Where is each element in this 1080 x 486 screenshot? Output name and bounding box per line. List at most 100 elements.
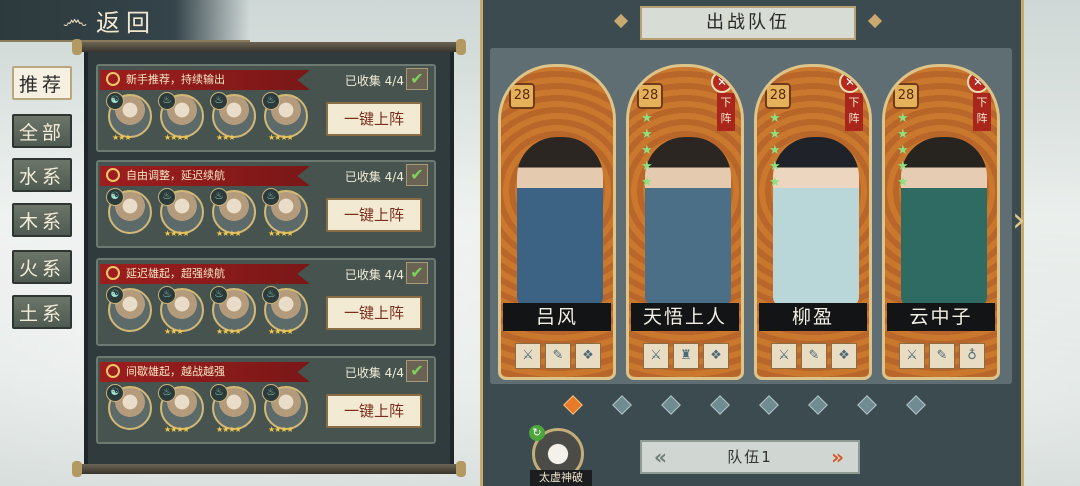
page-dot[interactable] [857, 395, 877, 415]
one-click-deploy-button[interactable]: 一键上阵 [326, 102, 422, 136]
hero-name: 柳盈 [759, 303, 867, 331]
hero-avatar[interactable]: ♨ ★★★★ [158, 384, 204, 434]
hero-card[interactable]: 28 ★ ★ ★ ★ ★ ✕ 下阵 天悟上人 ⚔ ♜ ❖ [626, 64, 744, 380]
hero-avatar[interactable]: ♨ ★★★★ [210, 188, 256, 238]
team-title-ribbon: 间歇雄起，越战越强 [100, 362, 310, 382]
hero-avatar[interactable]: ♨ ★★★★ [262, 286, 308, 336]
hero-avatar[interactable]: ♨ ★★★★ [262, 188, 308, 238]
flame-icon: ♨ [262, 188, 280, 206]
star-rating: ★★★★ [164, 425, 190, 434]
flame-icon: ♨ [158, 92, 176, 110]
one-click-deploy-button[interactable]: 一键上阵 [326, 198, 422, 232]
page-dot[interactable] [759, 395, 779, 415]
scroll-icon[interactable]: ✎ [545, 343, 571, 369]
star-rating: ★★★★ [268, 327, 294, 336]
team-title-ribbon: 新手推荐，持续输出 [100, 70, 310, 90]
weapon-icon[interactable]: ⚔ [899, 343, 925, 369]
collected-status: 已收集 4/4 [344, 268, 404, 282]
team-title: 自由调整，延迟续航 [126, 169, 225, 182]
hero-card[interactable]: 28 ★ ★ ★ ★ ★ ✕ 下阵 柳盈 ⚔ ✎ ❖ [754, 64, 872, 380]
page-dot[interactable] [563, 395, 583, 415]
hero-avatar[interactable]: ♨ ★★★★ [210, 286, 256, 336]
magnifier-icon[interactable] [106, 168, 120, 182]
star-rating: ★★★★ [164, 229, 190, 238]
hero-avatar[interactable]: ♨ ★★★★ [262, 92, 308, 142]
page-indicator [563, 395, 926, 415]
star-rating: ★★★★ [216, 229, 242, 238]
page-dot[interactable] [661, 395, 681, 415]
scroll-icon[interactable]: ✎ [801, 343, 827, 369]
team-selector[interactable]: « 队伍1 » [640, 440, 860, 474]
refresh-icon[interactable]: ↻ [529, 425, 545, 441]
remove-from-team-button[interactable]: 下阵 [973, 93, 991, 131]
hero-avatar[interactable]: ♨ ★★★★ [262, 384, 308, 434]
hero-card[interactable]: 28 ★ ★ ★ ★ ★ ✕ 下阵 云中子 ⚔ ✎ ♁ [882, 64, 1000, 380]
tab-fire[interactable]: 火系 [12, 250, 72, 284]
page-dot[interactable] [906, 395, 926, 415]
hero-avatar[interactable]: ♨ ★★★ [210, 92, 256, 142]
page-dot[interactable] [612, 395, 632, 415]
tab-earth[interactable]: 土系 [12, 295, 72, 329]
page-dot[interactable] [808, 395, 828, 415]
one-click-deploy-button[interactable]: 一键上阵 [326, 394, 422, 428]
remove-from-team-button[interactable]: 下阵 [845, 93, 863, 131]
hero-avatar[interactable]: ☯ [106, 286, 152, 332]
weapon-icon[interactable]: ⚔ [515, 343, 541, 369]
team-avatars: ☯ ♨ ★★★ ♨ ★★★★ ♨ ★★★★ [106, 286, 308, 340]
hero-avatar[interactable]: ☯ [106, 188, 152, 234]
checkmark-icon: ✔ [406, 68, 428, 90]
flame-icon: ♨ [210, 286, 228, 304]
star-column: ★ ★ ★ ★ ★ [897, 111, 909, 190]
remove-from-team-button[interactable]: 下阵 [717, 93, 735, 131]
hero-portrait [517, 137, 603, 307]
flame-icon: ♨ [158, 384, 176, 402]
hero-avatar[interactable]: ☯ ★★★ [106, 92, 152, 142]
weapon-icon[interactable]: ⚔ [643, 343, 669, 369]
next-team-arrow-icon[interactable]: » [831, 442, 846, 472]
tab-water[interactable]: 水系 [12, 158, 72, 192]
team-avatars: ☯ ♨ ★★★★ ♨ ★★★★ ♨ ★★★★ [106, 188, 308, 242]
star-column: ★ ★ ★ ★ ★ [769, 111, 781, 190]
scroll-icon[interactable]: ✎ [929, 343, 955, 369]
one-click-deploy-button[interactable]: 一键上阵 [326, 296, 422, 330]
tab-recommend[interactable]: 推荐 [12, 66, 72, 100]
hero-card[interactable]: 28 吕风 ⚔ ✎ ❖ [498, 64, 616, 380]
charm-icon[interactable]: ❖ [575, 343, 601, 369]
armor-icon[interactable]: ♜ [673, 343, 699, 369]
charm-icon[interactable]: ❖ [831, 343, 857, 369]
collected-status: 已收集 4/4 [344, 366, 404, 380]
charm-icon[interactable]: ❖ [703, 343, 729, 369]
skill-label: 太虚神破 [530, 470, 592, 486]
magnifier-icon[interactable] [106, 266, 120, 280]
collected-status: 已收集 4/4 [344, 170, 404, 184]
gourd-icon[interactable]: ♁ [959, 343, 985, 369]
checkmark-icon: ✔ [406, 360, 428, 382]
star-rating: ★★★ [112, 133, 131, 142]
close-icon[interactable]: ✕ [711, 71, 733, 93]
tab-wood[interactable]: 木系 [12, 203, 72, 237]
back-button[interactable]: ෴ 返回 [0, 0, 250, 42]
hero-name: 天悟上人 [631, 303, 739, 331]
team-selector-label: 队伍1 [727, 448, 773, 466]
team-title-ribbon: 自由调整，延迟续航 [100, 166, 310, 186]
checkmark-icon: ✔ [406, 262, 428, 284]
magnifier-icon[interactable] [106, 364, 120, 378]
next-page-arrow-icon[interactable]: › [1012, 200, 1026, 240]
panel-title: 出战队伍 [640, 6, 856, 40]
yin-yang-icon: ☯ [106, 92, 124, 110]
hero-avatar[interactable]: ♨ ★★★★ [158, 92, 204, 142]
hero-avatar[interactable]: ♨ ★★★★ [158, 188, 204, 238]
weapon-icon[interactable]: ⚔ [771, 343, 797, 369]
previous-team-arrow-icon[interactable]: « [654, 442, 669, 472]
yin-yang-icon: ☯ [106, 286, 124, 304]
scroll-rod-bottom [72, 461, 466, 477]
close-icon[interactable]: ✕ [839, 71, 861, 93]
hero-avatar[interactable]: ♨ ★★★ [158, 286, 204, 336]
hero-avatar[interactable]: ☯ [106, 384, 152, 430]
magnifier-icon[interactable] [106, 72, 120, 86]
page-dot[interactable] [710, 395, 730, 415]
hero-avatar[interactable]: ♨ ★★★★ [210, 384, 256, 434]
equipment-slots: ⚔ ♜ ❖ [643, 343, 729, 369]
close-icon[interactable]: ✕ [967, 71, 989, 93]
tab-all[interactable]: 全部 [12, 114, 72, 148]
